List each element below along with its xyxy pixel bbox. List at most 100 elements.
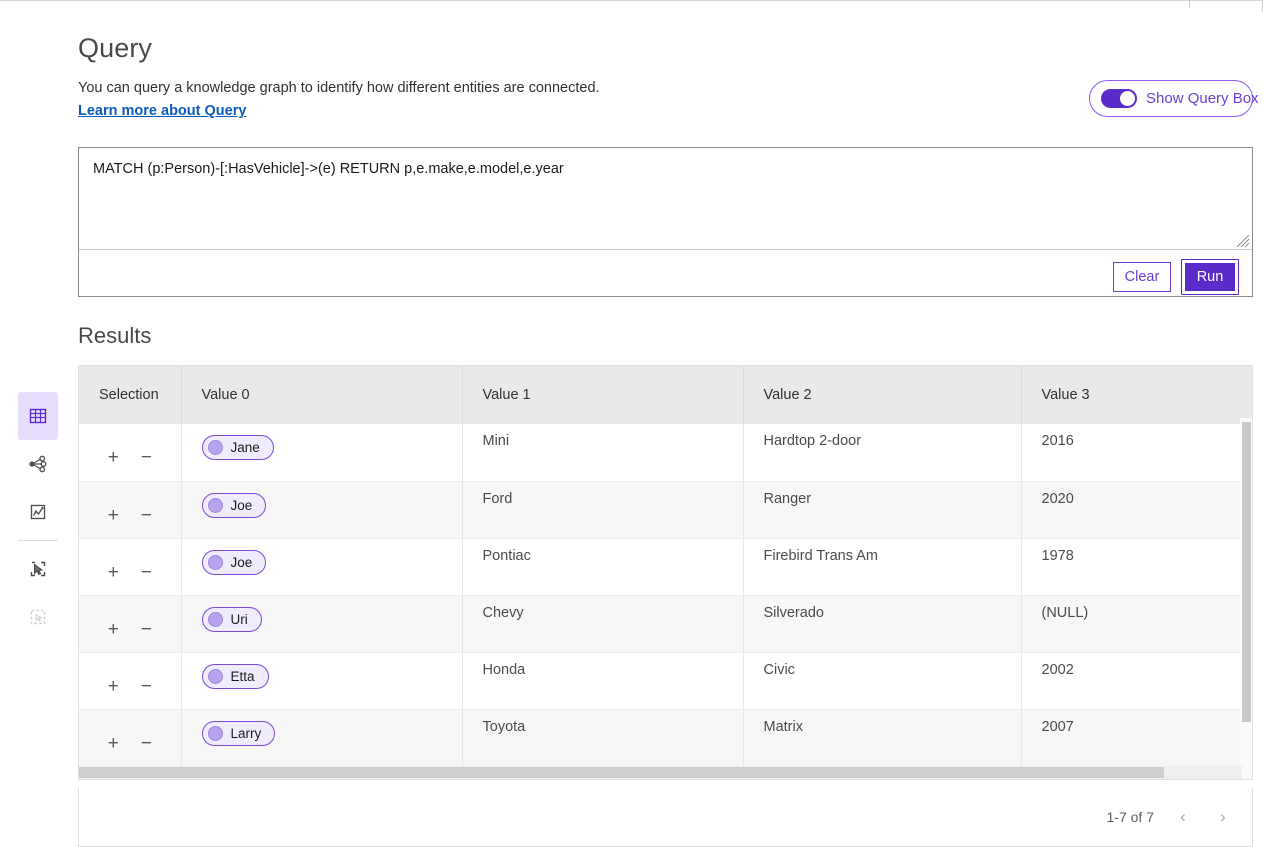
marquee-select-icon [28, 607, 48, 627]
toggle-label: Show Query Box [1146, 90, 1259, 107]
query-input[interactable] [91, 158, 1231, 238]
entity-chip-label: Uri [231, 612, 248, 627]
query-page: Query You can query a knowledge graph to… [0, 0, 1263, 847]
table-row[interactable]: +− Joe PontiacFirebird Trans Am1978 [79, 538, 1253, 595]
value-cell-1: Mini [462, 424, 743, 481]
table-row[interactable]: +− Etta HondaCivic2002 [79, 652, 1253, 709]
horizontal-scrollbar-thumb[interactable] [79, 767, 1164, 778]
entity-chip[interactable]: Jane [202, 435, 274, 460]
entity-dot-icon [208, 440, 223, 455]
remove-row-button[interactable]: − [138, 563, 154, 582]
entity-chip-label: Jane [231, 440, 260, 455]
table-header-row: Selection Value 0 Value 1 Value 2 Value … [79, 366, 1253, 424]
rail-divider [18, 540, 58, 541]
value-cell-3: (NULL) [1021, 595, 1253, 652]
sidebar-item-marquee-select-tool[interactable] [18, 593, 58, 641]
entity-dot-icon [208, 612, 223, 627]
run-button-focus-ring: Run [1181, 259, 1239, 295]
tool-rail [18, 392, 58, 641]
value-cell-1: Toyota [462, 709, 743, 766]
selection-cell: +− [79, 709, 181, 766]
value-cell-1: Honda [462, 652, 743, 709]
remove-row-button[interactable]: − [138, 448, 154, 467]
results-table-container: Selection Value 0 Value 1 Value 2 Value … [78, 365, 1253, 780]
column-header-value-3[interactable]: Value 3 [1021, 366, 1253, 424]
page-description: You can query a knowledge graph to ident… [78, 79, 600, 97]
entity-cell: Jane [181, 424, 462, 481]
entity-cell: Joe [181, 538, 462, 595]
entity-chip[interactable]: Uri [202, 607, 262, 632]
entity-dot-icon [208, 555, 223, 570]
next-page-button[interactable]: › [1212, 807, 1234, 827]
table-row[interactable]: +− Joe FordRanger2020 [79, 481, 1253, 538]
value-cell-2: Silverado [743, 595, 1021, 652]
value-cell-1: Pontiac [462, 538, 743, 595]
selection-cell: +− [79, 481, 181, 538]
value-cell-2: Ranger [743, 481, 1021, 538]
value-cell-3: 2020 [1021, 481, 1253, 538]
run-button[interactable]: Run [1185, 263, 1235, 291]
value-cell-3: 2002 [1021, 652, 1253, 709]
entity-dot-icon [208, 498, 223, 513]
table-row[interactable]: +−LarryToyotaMatrix2007 [79, 709, 1253, 766]
entity-cell: Joe [181, 481, 462, 538]
query-actions: Clear Run [1113, 259, 1239, 295]
entity-chip[interactable]: Larry [202, 721, 276, 746]
column-header-value-0[interactable]: Value 0 [181, 366, 462, 424]
remove-row-button[interactable]: − [138, 677, 154, 696]
toggle-track [1101, 89, 1137, 108]
value-cell-1: Ford [462, 481, 743, 538]
add-row-button[interactable]: + [105, 734, 121, 753]
entity-dot-icon [208, 726, 223, 741]
chart-icon [28, 502, 48, 522]
learn-more-link[interactable]: Learn more about Query [78, 103, 246, 119]
resize-handle-icon[interactable] [1236, 234, 1250, 248]
value-cell-2: Hardtop 2-door [743, 424, 1021, 481]
sidebar-item-select-tool[interactable] [18, 545, 58, 593]
value-cell-2: Firebird Trans Am [743, 538, 1021, 595]
selection-cell: +− [79, 538, 181, 595]
results-table-body: +−JaneMiniHardtop 2-door2016+−JoeFordRan… [79, 424, 1253, 780]
column-header-value-2[interactable]: Value 2 [743, 366, 1021, 424]
remove-row-button[interactable]: − [138, 506, 154, 525]
results-title: Results [78, 323, 151, 349]
entity-chip-label: Joe [231, 498, 253, 513]
table-row[interactable]: +−JaneMiniHardtop 2-door2016 [79, 424, 1253, 481]
add-row-button[interactable]: + [105, 677, 121, 696]
top-panel-divider [1189, 0, 1190, 8]
pointer-select-icon [28, 559, 48, 579]
value-cell-2: Civic [743, 652, 1021, 709]
entity-chip-label: Etta [231, 669, 255, 684]
add-row-button[interactable]: + [105, 448, 121, 467]
add-row-button[interactable]: + [105, 506, 121, 525]
column-header-selection[interactable]: Selection [79, 366, 181, 424]
query-box-card: Clear Run [78, 147, 1253, 297]
entity-chip[interactable]: Etta [202, 664, 269, 689]
table-icon [28, 406, 48, 426]
value-cell-3: 1978 [1021, 538, 1253, 595]
table-row[interactable]: +− Uri ChevySilverado(NULL) [79, 595, 1253, 652]
sidebar-item-graph-view[interactable] [18, 440, 58, 488]
add-row-button[interactable]: + [105, 563, 121, 582]
pagination-range: 1-7 of 7 [1107, 809, 1154, 825]
entity-chip[interactable]: Joe [202, 493, 267, 518]
top-divider [0, 0, 1263, 1]
sidebar-item-table-view[interactable] [18, 392, 58, 440]
previous-page-button[interactable]: ‹ [1172, 807, 1194, 827]
value-cell-3: 2007 [1021, 709, 1253, 766]
add-row-button[interactable]: + [105, 620, 121, 639]
clear-button[interactable]: Clear [1113, 262, 1171, 292]
toggle-knob [1120, 91, 1135, 106]
results-table: Selection Value 0 Value 1 Value 2 Value … [79, 366, 1253, 780]
entity-chip-label: Joe [231, 555, 253, 570]
sidebar-item-chart-view[interactable] [18, 488, 58, 536]
graph-nodes-icon [28, 454, 48, 474]
selection-cell: +− [79, 652, 181, 709]
remove-row-button[interactable]: − [138, 734, 154, 753]
value-cell-1: Chevy [462, 595, 743, 652]
vertical-scrollbar-thumb[interactable] [1242, 422, 1251, 722]
show-query-box-toggle[interactable]: Show Query Box [1089, 80, 1253, 117]
entity-chip[interactable]: Joe [202, 550, 267, 575]
column-header-value-1[interactable]: Value 1 [462, 366, 743, 424]
remove-row-button[interactable]: − [138, 620, 154, 639]
